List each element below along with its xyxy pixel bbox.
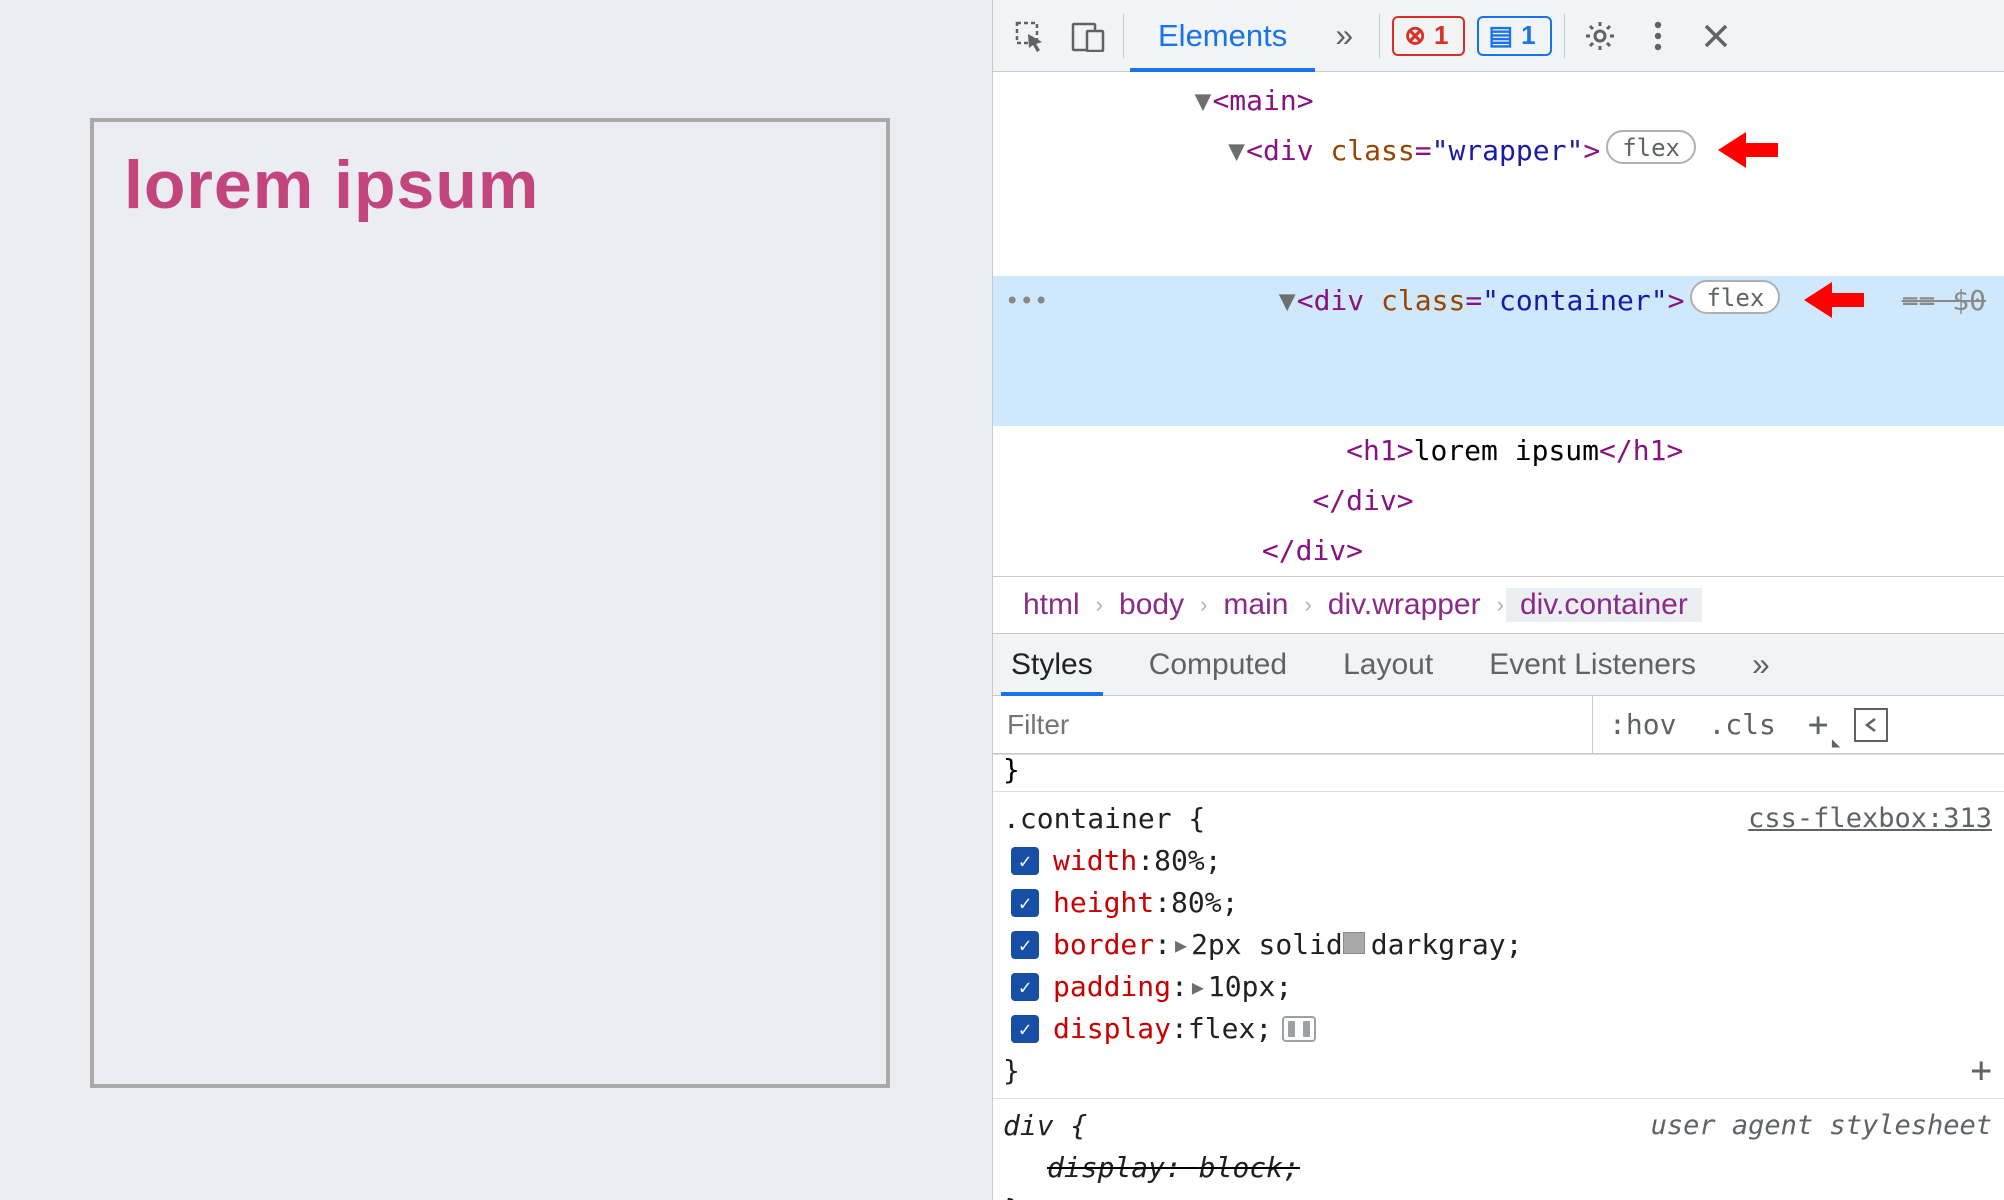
- flex-badge[interactable]: flex: [1690, 280, 1780, 314]
- flex-badge[interactable]: flex: [1606, 130, 1696, 164]
- rule-block-container[interactable]: }: [993, 754, 2004, 792]
- checkbox-icon[interactable]: ✓: [1011, 1015, 1039, 1043]
- styles-tabstrip: Styles Computed Layout Event Listeners »: [993, 634, 2004, 696]
- dom-node-container[interactable]: ••• ▼<div class="container">flex== $0: [993, 276, 2004, 426]
- kebab-menu-icon[interactable]: [1633, 11, 1683, 61]
- device-toggle-icon[interactable]: [1063, 11, 1113, 61]
- selected-indicator-icon: •••: [993, 276, 1053, 326]
- flex-editor-icon[interactable]: [1282, 1016, 1316, 1042]
- breadcrumb-item[interactable]: div.container: [1506, 588, 1702, 622]
- error-icon: ⊗: [1404, 20, 1426, 51]
- breadcrumb-item[interactable]: div.wrapper: [1314, 588, 1495, 622]
- color-swatch-icon[interactable]: [1343, 932, 1365, 954]
- declaration-border[interactable]: ✓border: ▶2px solid darkgray;: [1003, 924, 1994, 966]
- error-count: 1: [1434, 20, 1448, 51]
- devtools-toolbar: Elements » ⊗ 1 ▤ 1: [993, 0, 2004, 72]
- styles-filter-bar: :hov .cls +◣: [993, 696, 2004, 754]
- hov-button[interactable]: :hov: [1593, 696, 1692, 753]
- rule-close: }: [1003, 1189, 1994, 1200]
- checkbox-icon[interactable]: ✓: [1011, 847, 1039, 875]
- arrow-annotation: [1804, 284, 1860, 316]
- arrow-annotation: [1718, 134, 1774, 166]
- rule-close: }: [1003, 1050, 1994, 1092]
- checkbox-icon[interactable]: ✓: [1011, 931, 1039, 959]
- dom-node-h1[interactable]: <h1>lorem ipsum</h1>: [993, 426, 2004, 476]
- tab-layout[interactable]: Layout: [1333, 634, 1443, 695]
- page-preview: lorem ipsum: [0, 0, 992, 1200]
- breadcrumb-item[interactable]: main: [1209, 588, 1302, 622]
- tab-computed[interactable]: Computed: [1139, 634, 1297, 695]
- separator: [1564, 14, 1565, 58]
- console-ref: == $0: [1902, 276, 1986, 326]
- message-icon: ▤: [1489, 20, 1514, 51]
- rule-source-link[interactable]: css-flexbox:313: [1748, 798, 1992, 840]
- dom-tree[interactable]: ▼<main> ▼<div class="wrapper">flex ••• ▼…: [993, 72, 2004, 576]
- tab-styles[interactable]: Styles: [1001, 634, 1103, 695]
- rule-block-container[interactable]: css-flexbox:313 .container { ✓width: 80%…: [993, 792, 2004, 1099]
- declaration-padding[interactable]: ✓padding: ▶10px;: [1003, 966, 1994, 1008]
- dom-node-main[interactable]: ▼<main>: [993, 76, 2004, 126]
- devtools-panel: Elements » ⊗ 1 ▤ 1 ▼<main> ▼<div class="…: [992, 0, 2004, 1200]
- declaration-height[interactable]: ✓height: 80%;: [1003, 882, 1994, 924]
- toggle-sidebar-icon[interactable]: [1854, 708, 1888, 742]
- settings-icon[interactable]: [1575, 11, 1625, 61]
- cls-button[interactable]: .cls: [1692, 696, 1791, 753]
- dom-node-close-wrapper[interactable]: </div>: [993, 526, 2004, 576]
- more-tabs-icon[interactable]: »: [1742, 634, 1780, 695]
- declaration-width[interactable]: ✓width: 80%;: [1003, 840, 1994, 882]
- separator: [1379, 14, 1380, 58]
- separator: [1123, 14, 1124, 58]
- checkbox-icon[interactable]: ✓: [1011, 889, 1039, 917]
- tab-event-listeners[interactable]: Event Listeners: [1479, 634, 1706, 695]
- breadcrumb-item[interactable]: html: [1009, 588, 1094, 622]
- rule-source-ua: user agent stylesheet: [1651, 1105, 1992, 1147]
- container-box: lorem ipsum: [90, 118, 890, 1088]
- preview-heading: lorem ipsum: [124, 146, 856, 224]
- checkbox-icon[interactable]: ✓: [1011, 973, 1039, 1001]
- breadcrumb: html› body› main› div.wrapper› div.conta…: [993, 576, 2004, 634]
- dom-node-wrapper[interactable]: ▼<div class="wrapper">flex: [993, 126, 2004, 276]
- rule-block-div-ua[interactable]: user agent stylesheet div { display: blo…: [993, 1099, 2004, 1200]
- add-rule-icon[interactable]: +◣: [1792, 696, 1844, 753]
- dom-node-close-container[interactable]: </div>: [993, 476, 2004, 526]
- declaration-display[interactable]: ✓display: flex;: [1003, 1008, 1994, 1050]
- more-tabs-icon[interactable]: »: [1319, 11, 1369, 61]
- message-count: 1: [1521, 20, 1535, 51]
- add-declaration-icon[interactable]: +: [1970, 1050, 1992, 1092]
- filter-input[interactable]: [993, 696, 1593, 753]
- styles-rules[interactable]: } css-flexbox:313 .container { ✓width: 8…: [993, 754, 2004, 1200]
- inspect-icon[interactable]: [1005, 11, 1055, 61]
- breadcrumb-item[interactable]: body: [1105, 588, 1198, 622]
- close-icon[interactable]: [1691, 11, 1741, 61]
- declaration-display-block[interactable]: display: block;: [1003, 1147, 1994, 1189]
- expand-icon[interactable]: ▶: [1192, 966, 1204, 1008]
- messages-badge[interactable]: ▤ 1: [1477, 16, 1552, 56]
- tab-elements[interactable]: Elements: [1130, 0, 1315, 71]
- error-badge[interactable]: ⊗ 1: [1392, 16, 1464, 56]
- expand-icon[interactable]: ▶: [1175, 924, 1187, 966]
